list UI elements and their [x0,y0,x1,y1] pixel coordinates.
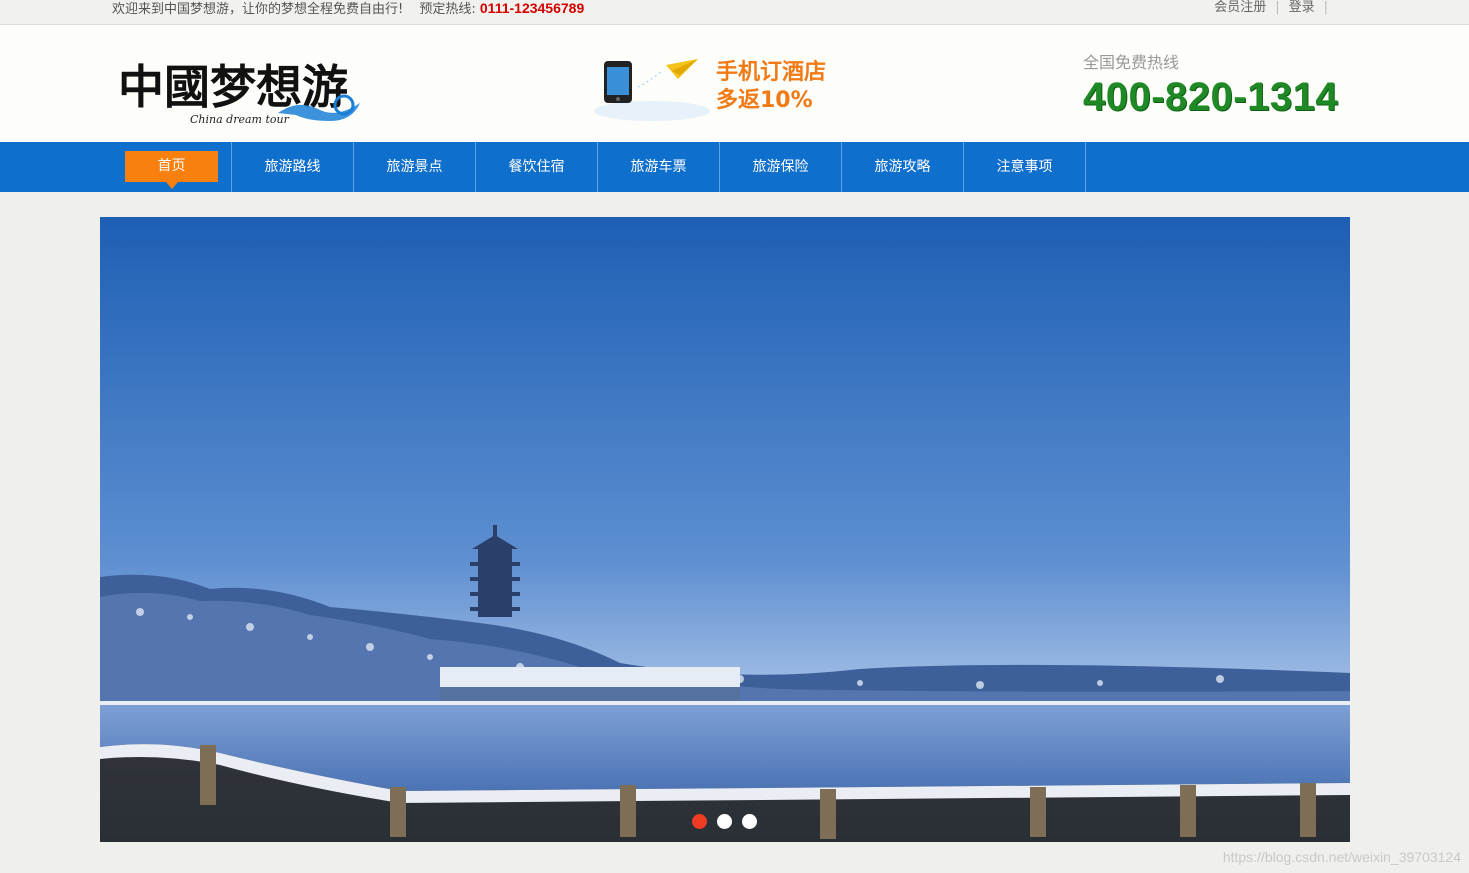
site-logo[interactable]: 中國梦想游 China dream tour [118,45,368,125]
nav-item-label: 首页 [125,151,218,189]
watermark: https://blog.csdn.net/weixin_39703124 [1222,849,1461,865]
login-link[interactable]: 登录 [1289,0,1315,15]
nav-item-7[interactable]: 注意事项 [964,142,1086,192]
hotline-label: 预定热线: [419,2,476,17]
separator: | [1275,0,1280,15]
slide-dot-3[interactable] [742,814,757,829]
hotline-number: 0111-123456789 [479,0,585,16]
separator: | [1323,0,1328,15]
nav-item-1[interactable]: 旅游路线 [232,142,354,192]
site-header: 中國梦想游 China dream tour 手机订酒店 多返10% 全国免费热… [0,25,1469,142]
nav-item-label: 旅游保险 [752,159,809,175]
register-link[interactable]: 会员注册 [1214,0,1266,15]
promo-line-2: 多返10% [716,88,813,113]
logo-char: 中國梦想游 [118,60,348,114]
main-nav: 首页 旅游路线 旅游景点 餐饮住宿 旅游车票 旅游保险 旅游攻略 注意事项 [0,142,1469,192]
nav-item-6[interactable]: 旅游攻略 [842,142,964,192]
phone-plane-icon [594,59,710,121]
banner-image-west-lake [100,217,1350,842]
account-links: 会员注册 | 登录 | [1214,0,1337,16]
slide-dot-1[interactable] [692,814,707,829]
hotline-box: 全国免费热线 400-820-1314 [1083,49,1338,120]
nav-item-0[interactable]: 首页 [113,142,232,192]
logo-subtitle: China dream tour [190,113,290,125]
nav-item-4[interactable]: 旅游车票 [598,142,720,192]
nav-item-label: 旅游车票 [630,159,687,175]
welcome-area: 欢迎来到中国梦想游，让你的梦想全程免费自由行! 预定热线: 0111-12345… [112,0,584,18]
promo-text: 手机订酒店 多返10% [716,59,826,115]
nav-item-label: 旅游攻略 [874,159,931,175]
nav-item-2[interactable]: 旅游景点 [354,142,476,192]
welcome-text: 欢迎来到中国梦想游，让你的梦想全程免费自由行! [112,2,404,17]
nav-list: 首页 旅游路线 旅游景点 餐饮住宿 旅游车票 旅游保险 旅游攻略 注意事项 [113,142,1086,192]
nav-item-label: 旅游路线 [264,159,321,175]
top-bar: 欢迎来到中国梦想游，让你的梦想全程免费自由行! 预定热线: 0111-12345… [0,0,1469,25]
nav-item-3[interactable]: 餐饮住宿 [476,142,598,192]
nav-item-5[interactable]: 旅游保险 [720,142,842,192]
slide-dot-2[interactable] [717,814,732,829]
promo-line-1: 手机订酒店 [716,60,827,85]
hotline-phone-number: 400-820-1314 [1083,75,1339,119]
nav-item-label: 餐饮住宿 [508,159,565,175]
hotline-caption: 全国免费热线 [1083,53,1180,72]
nav-item-label: 注意事项 [996,159,1053,175]
hero-banner[interactable] [100,217,1350,842]
mobile-hotel-promo[interactable]: 手机订酒店 多返10% [592,53,852,123]
nav-item-label: 旅游景点 [386,159,443,175]
